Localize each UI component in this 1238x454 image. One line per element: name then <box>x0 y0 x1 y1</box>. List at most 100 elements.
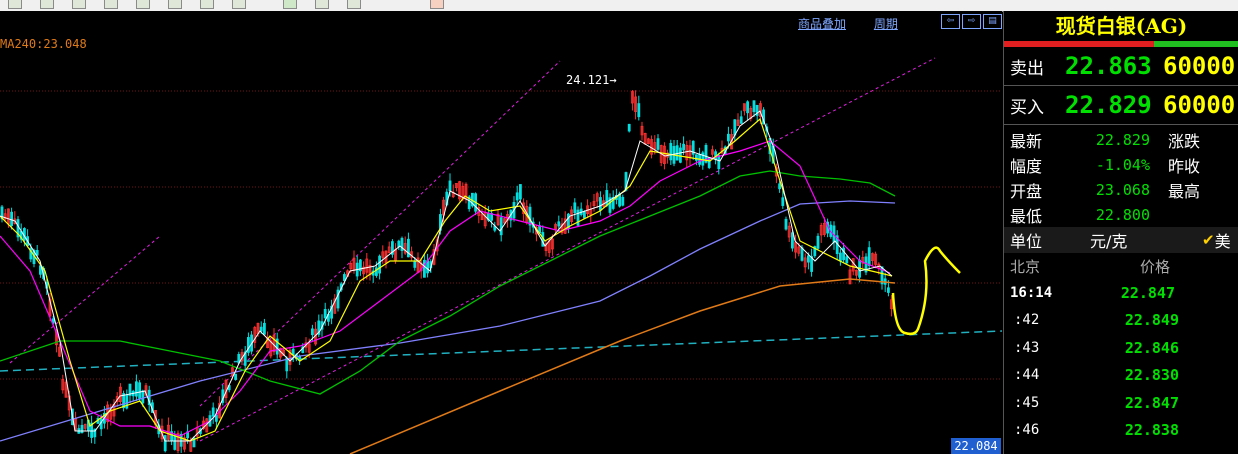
candle-body <box>141 390 145 404</box>
unit-bar: 单位 元/克 ✔ 美 <box>1004 227 1238 253</box>
stat-value: -1.04% <box>1095 155 1150 174</box>
toolbar-button[interactable] <box>232 0 246 9</box>
tick-price: 22.838 <box>1124 421 1179 440</box>
candle-body <box>259 326 263 332</box>
candle-body <box>448 180 452 192</box>
tick-time: :43 <box>1014 339 1040 356</box>
candle-body <box>778 183 781 190</box>
candle-body <box>134 381 138 397</box>
tick-price: 22.830 <box>1124 366 1179 385</box>
chart-icons: ⇦ ⇨ ▤ <box>941 14 1002 29</box>
instrument-title: 现货白银(AG) <box>1055 14 1188 38</box>
toolbar-button-active[interactable] <box>283 0 297 9</box>
candle-body <box>262 322 266 335</box>
candle-body <box>211 407 215 417</box>
candle-body <box>784 218 788 230</box>
candle-body <box>695 154 698 161</box>
candle-body <box>800 247 804 261</box>
toolbar-button[interactable] <box>40 0 54 9</box>
check-icon[interactable]: ✔ <box>1202 231 1215 249</box>
tick-price-header: 价格 <box>1140 257 1171 276</box>
tick-time: :42 <box>1014 312 1040 329</box>
toolbar-button[interactable] <box>200 0 214 9</box>
depth-bar <box>1004 41 1238 47</box>
candle-body <box>499 217 503 236</box>
period-link[interactable]: 周期 <box>874 17 898 31</box>
stat-row: 最新 22.829 涨跌 <box>1004 127 1238 152</box>
tick-header: 北京 价格 <box>1004 253 1238 279</box>
toolbar-button[interactable] <box>104 0 118 9</box>
sell-volume: 60000 <box>1163 52 1236 80</box>
stat-key: 最低 <box>1010 206 1043 226</box>
candle-body <box>583 211 586 219</box>
tick-time: :45 <box>1014 394 1040 411</box>
stat-key: 最新 <box>1010 131 1043 151</box>
candle-body <box>80 424 84 433</box>
candle-body <box>413 260 417 268</box>
layout-icon[interactable]: ▤ <box>983 14 1002 29</box>
tick-price: 22.847 <box>1124 393 1179 412</box>
currency-label[interactable]: 美 <box>1215 228 1231 252</box>
stats-block: 最新 22.829 涨跌 幅度 -1.04% 昨收 开盘 23.068 最高 最… <box>1004 125 1238 227</box>
stat-value: 22.800 <box>1095 205 1150 224</box>
candle-body <box>807 255 810 263</box>
candle-body <box>717 155 721 170</box>
candle-body <box>781 197 785 206</box>
stat-key2: 昨收 <box>1168 156 1201 176</box>
tick-row: :43 22.846 <box>1004 334 1238 362</box>
tick-price: 22.849 <box>1124 311 1179 330</box>
buy-volume: 60000 <box>1163 91 1236 119</box>
stat-value: 23.068 <box>1095 180 1150 199</box>
toolbar-button[interactable] <box>315 0 329 9</box>
candle-body <box>845 256 849 264</box>
tick-row: :42 22.849 <box>1004 307 1238 335</box>
candle-body <box>839 252 842 262</box>
stat-row: 开盘 23.068 最高 <box>1004 177 1238 202</box>
buy-quote[interactable]: 买入 22.829 60000 <box>1004 86 1238 125</box>
candle-body <box>752 100 756 113</box>
sell-label: 卖出 <box>1010 58 1044 79</box>
overlay-link[interactable]: 商品叠加 <box>798 17 846 31</box>
peak-label: 24.121→ <box>566 73 617 87</box>
stat-row: 最低 22.800 <box>1004 202 1238 227</box>
candle-body <box>234 373 238 380</box>
toolbar-button[interactable] <box>72 0 86 9</box>
tick-time: :46 <box>1014 422 1040 439</box>
candle-body <box>746 101 749 114</box>
toolbar-button[interactable] <box>136 0 150 9</box>
candle-body <box>528 206 532 226</box>
candle-body <box>342 274 346 281</box>
candle-body <box>10 211 14 226</box>
toolbar-button[interactable] <box>430 0 444 9</box>
toolbar-button[interactable] <box>168 0 182 9</box>
candle-body <box>515 192 519 201</box>
candle-body <box>739 116 743 124</box>
tick-row: :44 22.830 <box>1004 362 1238 390</box>
chart-canvas <box>0 57 1002 454</box>
candle-body <box>323 309 327 319</box>
candle-body <box>627 123 631 132</box>
tick-price: 22.847 <box>1120 283 1175 302</box>
stat-key: 幅度 <box>1010 156 1043 176</box>
toolbar-button[interactable] <box>347 0 361 9</box>
candle-body <box>422 259 426 278</box>
candle-body <box>621 196 625 206</box>
arrow-right-icon[interactable]: ⇨ <box>962 14 981 29</box>
tick-price: 22.846 <box>1124 338 1179 357</box>
candle-body <box>310 328 314 336</box>
candle-body <box>682 143 685 151</box>
candle-body <box>791 232 794 249</box>
arrow-left-icon[interactable]: ⇦ <box>941 14 960 29</box>
candle-body <box>599 197 602 211</box>
candle-body <box>727 133 730 142</box>
sell-price: 22.863 <box>1065 52 1152 80</box>
kline-chart[interactable]: 商品叠加 周期 ⇦ ⇨ ▤ MA240:23.048 24.121→ 22.08… <box>0 11 1002 454</box>
sell-quote[interactable]: 卖出 22.863 60000 <box>1004 47 1238 86</box>
candle-body <box>816 235 820 249</box>
toolbar-button[interactable] <box>8 0 22 9</box>
candle-body <box>573 202 577 214</box>
candle-body <box>669 143 673 161</box>
unit-label: 单位 <box>1010 232 1043 251</box>
stat-value: 22.829 <box>1095 130 1150 149</box>
buy-label: 买入 <box>1010 97 1044 118</box>
